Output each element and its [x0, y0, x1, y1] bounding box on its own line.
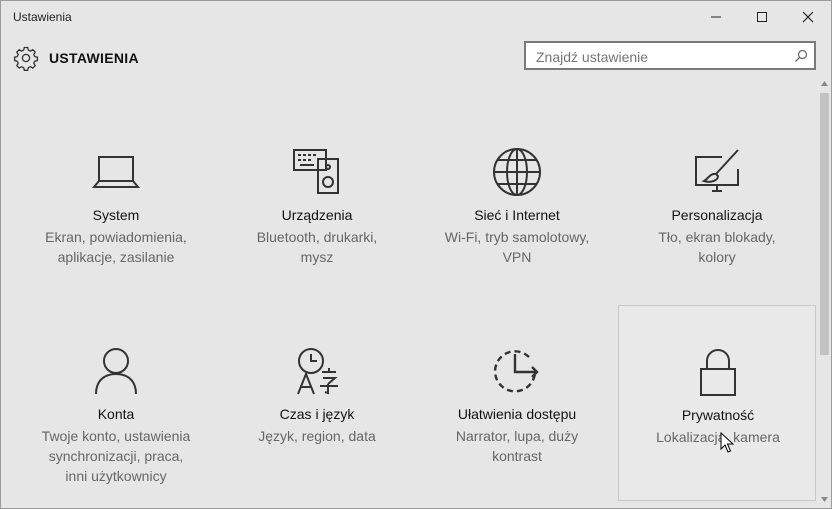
minimize-button[interactable]	[693, 1, 739, 33]
laptop-icon	[91, 156, 141, 188]
tile-network[interactable]: Sieć i Internet Wi-Fi, tryb samolotowy, V…	[418, 107, 616, 303]
tile-system[interactable]: System Ekran, powiadomienia, aplikacje, z…	[17, 107, 215, 303]
paint-icon	[695, 149, 739, 192]
globe-icon	[493, 148, 541, 196]
tile-accounts-desc: Twoje konto, ustawienia synchronizacji, p…	[41, 428, 191, 484]
search-icon[interactable]	[794, 49, 808, 63]
tile-privacy[interactable]: Prywatność Lokalizacja, kamera	[618, 305, 816, 501]
maximize-icon	[757, 12, 767, 22]
tile-time-language-name: Czas i język	[279, 406, 355, 422]
tile-accessibility-name: Ułatwienia dostępu	[457, 406, 577, 422]
window-title: Ustawienia	[13, 10, 72, 24]
tile-devices-name: Urządzenia	[281, 207, 353, 223]
search-placeholder: Znajdź ustawienie	[536, 49, 649, 65]
title-bar[interactable]: Ustawienia	[1, 1, 831, 33]
tile-personalization-name: Personalizacja	[671, 207, 763, 223]
search-input[interactable]: Znajdź ustawienie	[524, 41, 816, 70]
tile-privacy-desc: Lokalizacja, kamera	[656, 429, 780, 445]
minimize-icon	[711, 16, 721, 18]
tile-system-desc: Ekran, powiadomienia, aplikacje, zasilani…	[45, 229, 187, 265]
settings-header: USTAWIENIA Znajdź ustawienie	[1, 33, 831, 83]
tile-personalization-desc: Tło, ekran blokady, kolory	[658, 229, 776, 265]
vertical-scrollbar[interactable]	[818, 75, 831, 507]
settings-window: Ustawienia USTAWIENIA Znajdź ustawienie	[0, 0, 832, 509]
tile-devices[interactable]: Urządzenia Bluetooth, drukarki, mysz	[218, 107, 416, 303]
tile-time-language-desc: Język, region, data	[258, 428, 376, 444]
tile-system-name: System	[92, 207, 140, 223]
tile-accounts-name: Konta	[97, 406, 135, 422]
mouse-cursor-icon	[720, 432, 734, 453]
tile-personalization[interactable]: Personalizacja Tło, ekran blokady, kolory	[618, 107, 816, 303]
scroll-up-icon[interactable]	[821, 81, 828, 86]
close-icon	[802, 11, 814, 23]
tile-privacy-name: Prywatność	[681, 407, 755, 423]
accessibility-icon	[493, 350, 539, 393]
scroll-down-icon[interactable]	[821, 497, 828, 502]
lock-icon	[700, 349, 736, 396]
tile-accessibility-desc: Narrator, lupa, duży kontrast	[455, 428, 579, 464]
tile-devices-desc: Bluetooth, drukarki, mysz	[256, 229, 378, 265]
maximize-button[interactable]	[739, 1, 785, 33]
tile-accessibility[interactable]: Ułatwienia dostępu Narrator, lupa, duży k…	[418, 306, 616, 502]
devices-icon	[293, 149, 339, 194]
tile-time-language[interactable]: Czas i język Język, region, data	[218, 306, 416, 502]
tile-accounts[interactable]: Konta Twoje konto, ustawienia synchroniza…	[17, 306, 215, 502]
tile-network-desc: Wi-Fi, tryb samolotowy, VPN	[444, 229, 590, 265]
gear-icon	[13, 46, 39, 71]
time-language-icon	[297, 348, 338, 395]
page-title: USTAWIENIA	[49, 50, 139, 66]
tile-network-name: Sieć i Internet	[474, 207, 560, 223]
close-button[interactable]	[785, 1, 831, 33]
person-icon	[95, 348, 137, 395]
scroll-thumb[interactable]	[820, 93, 829, 355]
